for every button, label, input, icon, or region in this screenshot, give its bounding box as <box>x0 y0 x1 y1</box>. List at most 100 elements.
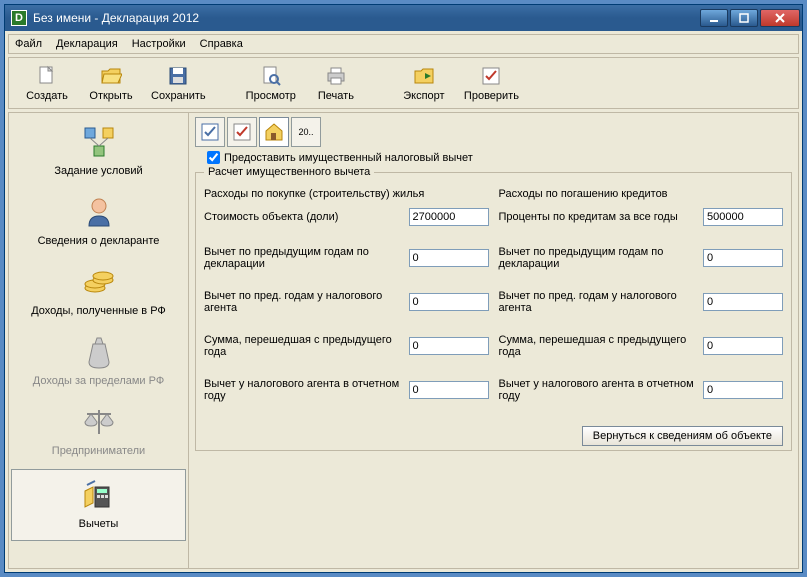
field-label: Стоимость объекта (доли) <box>204 211 403 223</box>
scales-icon <box>80 403 118 441</box>
loan-interest-input[interactable] <box>703 208 783 226</box>
check-button[interactable]: Проверить <box>458 62 525 104</box>
preview-icon <box>259 64 283 88</box>
sidebar-item-conditions[interactable]: Задание условий <box>9 117 188 187</box>
body-area: Задание условий Сведения о декларанте До… <box>8 112 799 569</box>
sidebar-item-label: Сведения о декларанте <box>38 235 160 247</box>
maximize-button[interactable] <box>730 9 758 27</box>
calculation-section: Расчет имущественного вычета Расходы по … <box>195 166 792 451</box>
field-label: Вычет по предыдущим годам по декларации <box>499 246 698 270</box>
menu-help[interactable]: Справка <box>200 38 243 50</box>
folder-open-icon <box>99 64 123 88</box>
main-toolbar: Создать Открыть Сохранить Просмотр Печа <box>8 57 799 109</box>
content-area: 20.. Предоставить имущественный налоговы… <box>189 113 798 568</box>
field-label: Вычет у налогового агента в отчетном год… <box>204 378 403 402</box>
carryover-sum-row: Сумма, перешедшая с предыдущего года <box>204 334 489 358</box>
create-button[interactable]: Создать <box>17 62 77 104</box>
object-cost-input[interactable] <box>409 208 489 226</box>
save-button[interactable]: Сохранить <box>145 62 212 104</box>
person-icon <box>80 193 118 231</box>
return-to-object-button[interactable]: Вернуться к сведениям об объекте <box>582 426 783 446</box>
field-label: Вычет по предыдущим годам по декларации <box>204 246 403 270</box>
coins-icon <box>80 263 118 301</box>
print-label: Печать <box>318 90 354 102</box>
loan-prev-declaration-row: Вычет по предыдущим годам по декларации <box>499 246 784 270</box>
agent-current-year-input[interactable] <box>409 381 489 399</box>
sidebar-item-income-foreign[interactable]: Доходы за пределами РФ <box>9 327 188 397</box>
object-cost-row: Стоимость объекта (доли) <box>204 208 489 226</box>
window-controls <box>700 9 800 27</box>
grant-deduction-checkbox[interactable] <box>207 151 220 164</box>
deduction-type-standard[interactable] <box>195 117 225 147</box>
badge-text: 20.. <box>298 127 313 137</box>
deduction-type-property[interactable] <box>259 117 289 147</box>
menubar: Файл Декларация Настройки Справка <box>8 34 799 54</box>
app-window: D Без имени - Декларация 2012 Файл Декла… <box>4 4 803 573</box>
sidebar-item-label: Задание условий <box>54 165 142 177</box>
deduction-type-losses[interactable]: 20.. <box>291 117 321 147</box>
deduction-type-toolbar: 20.. <box>195 117 792 147</box>
field-label: Проценты по кредитам за все годы <box>499 211 698 223</box>
right-column-title: Расходы по погашению кредитов <box>499 188 784 200</box>
loan-expenses-column: Расходы по погашению кредитов Проценты п… <box>499 184 784 422</box>
minimize-button[interactable] <box>700 9 728 27</box>
field-label: Сумма, перешедшая с предыдущего года <box>204 334 403 358</box>
open-label: Открыть <box>89 90 132 102</box>
close-button[interactable] <box>760 9 800 27</box>
menu-settings[interactable]: Настройки <box>132 38 186 50</box>
app-icon: D <box>11 10 27 26</box>
field-label: Вычет у налогового агента в отчетном год… <box>499 378 698 402</box>
preview-button[interactable]: Просмотр <box>240 62 302 104</box>
conditions-icon <box>80 123 118 161</box>
section-legend: Расчет имущественного вычета <box>204 166 374 178</box>
loan-interest-row: Проценты по кредитам за все годы <box>499 208 784 226</box>
export-icon <box>412 64 436 88</box>
sidebar-item-label: Предприниматели <box>52 445 145 457</box>
export-button[interactable]: Экспорт <box>394 62 454 104</box>
grant-deduction-row: Предоставить имущественный налоговый выч… <box>207 151 792 164</box>
calculator-icon <box>80 476 118 514</box>
menu-declaration[interactable]: Декларация <box>56 38 118 50</box>
loan-carryover-input[interactable] <box>703 337 783 355</box>
deduction-type-social[interactable] <box>227 117 257 147</box>
save-label: Сохранить <box>151 90 206 102</box>
sidebar-item-income-rf[interactable]: Доходы, полученные в РФ <box>9 257 188 327</box>
menu-file[interactable]: Файл <box>15 38 42 50</box>
loan-prev-declaration-input[interactable] <box>703 249 783 267</box>
open-button[interactable]: Открыть <box>81 62 141 104</box>
check-icon <box>479 64 503 88</box>
sidebar-item-deductions[interactable]: Вычеты <box>11 469 186 541</box>
create-label: Создать <box>26 90 68 102</box>
printer-icon <box>324 64 348 88</box>
sidebar: Задание условий Сведения о декларанте До… <box>9 113 189 568</box>
titlebar[interactable]: D Без имени - Декларация 2012 <box>5 5 802 31</box>
loan-agent-current-row: Вычет у налогового агента в отчетном год… <box>499 378 784 402</box>
loan-prev-agent-row: Вычет по пред. годам у налогового агента <box>499 290 784 314</box>
left-column-title: Расходы по покупке (строительству) жилья <box>204 188 489 200</box>
purchase-expenses-column: Расходы по покупке (строительству) жилья… <box>204 184 489 422</box>
sidebar-item-entrepreneurs[interactable]: Предприниматели <box>9 397 188 467</box>
loan-prev-agent-input[interactable] <box>703 293 783 311</box>
agent-current-year-row: Вычет у налогового агента в отчетном год… <box>204 378 489 402</box>
loan-carryover-row: Сумма, перешедшая с предыдущего года <box>499 334 784 358</box>
save-icon <box>166 64 190 88</box>
new-file-icon <box>35 64 59 88</box>
carryover-sum-input[interactable] <box>409 337 489 355</box>
prev-years-agent-input[interactable] <box>409 293 489 311</box>
check-label: Проверить <box>464 90 519 102</box>
preview-label: Просмотр <box>246 90 296 102</box>
sidebar-item-label: Доходы за пределами РФ <box>33 375 164 387</box>
sidebar-item-label: Вычеты <box>79 518 119 530</box>
prev-years-declaration-input[interactable] <box>409 249 489 267</box>
field-label: Сумма, перешедшая с предыдущего года <box>499 334 698 358</box>
prev-years-agent-row: Вычет по пред. годам у налогового агента <box>204 290 489 314</box>
print-button[interactable]: Печать <box>306 62 366 104</box>
sidebar-item-declarant[interactable]: Сведения о декларанте <box>9 187 188 257</box>
grant-deduction-label: Предоставить имущественный налоговый выч… <box>224 152 473 164</box>
window-title: Без имени - Декларация 2012 <box>33 11 700 25</box>
money-bag-icon <box>80 333 118 371</box>
loan-agent-current-input[interactable] <box>703 381 783 399</box>
field-label: Вычет по пред. годам у налогового агента <box>204 290 403 314</box>
field-label: Вычет по пред. годам у налогового агента <box>499 290 698 314</box>
sidebar-item-label: Доходы, полученные в РФ <box>31 305 166 317</box>
